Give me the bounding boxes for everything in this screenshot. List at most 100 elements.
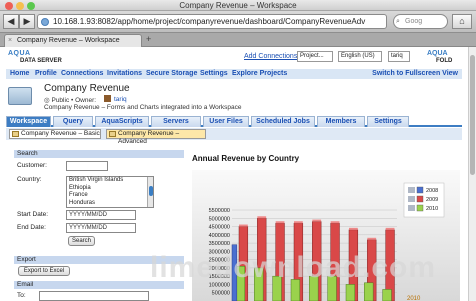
bar-2009-top (275, 221, 285, 224)
y-tick-label: 4000000 (209, 233, 230, 239)
x-axis-label: 2010 (407, 296, 421, 301)
bar-2009-top (312, 219, 322, 222)
search-placeholder: Goog (405, 18, 423, 25)
forward-button[interactable]: ▶ (19, 14, 35, 29)
nav-secure-storage[interactable]: Secure Storage (146, 69, 197, 79)
main-nav: Home Profile Connections Invitations Sec… (6, 69, 462, 79)
listbox-scrollbar[interactable] (147, 177, 153, 207)
search-field[interactable]: ⌕ Goog (393, 14, 448, 29)
nav-profile[interactable]: Profile (35, 69, 57, 79)
project-title: Company Revenue (44, 83, 130, 94)
country-option[interactable]: France (67, 192, 153, 200)
visibility: Public (51, 97, 70, 104)
browser-toolbar: ◀ ▶ 10.168.1.93:8082/app/home/project/co… (0, 11, 476, 33)
bar-2009-top (330, 221, 340, 224)
email-to-label: To: (17, 292, 26, 299)
language-select[interactable]: English (US) (338, 51, 382, 62)
tab-workspace[interactable]: Workspace (6, 116, 51, 127)
project-tabs: Workspace Query AquaScripts Servers User… (6, 116, 462, 127)
legend-swatch (416, 195, 424, 203)
start-date-input[interactable]: YYYY/MM/DD (66, 210, 136, 220)
bookmark-button[interactable]: ⌂ (452, 14, 472, 29)
legend-label: 2009 (426, 197, 438, 203)
export-excel-button[interactable]: Export to Excel (18, 266, 70, 276)
subtab-basic-label: Company Revenue – Basic (21, 130, 100, 137)
legend-icon (408, 196, 415, 202)
nav-home[interactable]: Home (10, 69, 29, 79)
project-meta: ◎ Public • Owner: (44, 97, 97, 104)
user-select[interactable]: tariq (388, 51, 410, 62)
tab-servers[interactable]: Servers (151, 116, 201, 127)
bar-2010 (345, 284, 356, 301)
y-tick-label: 3500000 (209, 241, 230, 247)
close-window-icon[interactable] (5, 2, 13, 10)
subtab-advanced[interactable]: Company Revenue – Advanced (106, 129, 206, 145)
nav-settings[interactable]: Settings (200, 69, 228, 79)
country-listbox[interactable]: British Virgin Islands Ethiopia France H… (66, 176, 154, 208)
nav-explore-projects[interactable]: Explore Projects (232, 69, 287, 79)
email-to-input[interactable] (39, 291, 149, 301)
legend-label: 2008 (426, 188, 438, 194)
url-text: 10.168.1.93:8082/app/home/project/compan… (53, 17, 366, 26)
tab-query[interactable]: Query (53, 116, 93, 127)
bar-2009-top (239, 224, 248, 227)
y-tick-label: 500000 (212, 291, 230, 297)
y-tick-label: 5500000 (209, 208, 230, 214)
tab-aquascripts[interactable]: AquaScripts (95, 116, 149, 127)
watermark-text: limedownload.com (150, 251, 437, 284)
address-bar[interactable]: 10.168.1.93:8082/app/home/project/compan… (37, 14, 387, 29)
add-connections-link[interactable]: Add Connections (244, 53, 297, 60)
page-scrollbar[interactable] (468, 47, 476, 301)
country-option[interactable]: Ethiopia (67, 185, 153, 193)
nav-invitations[interactable]: Invitations (107, 69, 142, 79)
page-scroll-thumb[interactable] (470, 55, 475, 175)
browser-tab[interactable]: Company Revenue – Workspace × (4, 34, 142, 47)
legend-icon (408, 187, 415, 193)
back-button[interactable]: ◀ (3, 14, 19, 29)
bar-2009-top (385, 227, 395, 230)
customer-input[interactable] (66, 161, 108, 171)
fullscreen-link[interactable]: Switch to Fullscreen View (372, 69, 458, 79)
end-date-input[interactable]: YYYY/MM/DD (66, 223, 136, 233)
end-date-label: End Date: (17, 224, 46, 231)
nav-connections[interactable]: Connections (61, 69, 103, 79)
window-title: Company Revenue – Workspace (179, 1, 297, 10)
legend-swatch (416, 204, 424, 212)
country-option[interactable]: British Virgin Islands (67, 177, 153, 185)
subtab-basic[interactable]: Company Revenue – Basic (9, 129, 101, 139)
tab-members[interactable]: Members (317, 116, 365, 127)
country-option[interactable]: Honduras (67, 200, 153, 208)
owner-link[interactable]: tariq (114, 96, 127, 103)
tab-scheduled-jobs[interactable]: Scheduled Jobs (251, 116, 315, 127)
form-icon (12, 131, 19, 137)
y-tick-label: 5000000 (209, 216, 230, 222)
search-icon: ⌕ (396, 18, 400, 25)
country-label: Country: (17, 176, 42, 183)
search-button[interactable]: Search (68, 236, 95, 246)
page-content: AQUA DATA SERVER Add Connections Project… (0, 47, 468, 301)
customer-label: Customer: (17, 162, 47, 169)
start-date-label: Start Date: (17, 211, 49, 218)
new-tab-button[interactable]: + (146, 34, 151, 44)
minimize-window-icon[interactable] (16, 2, 24, 10)
bar-2009-top (367, 237, 377, 240)
window-titlebar: Company Revenue – Workspace (0, 0, 476, 11)
legend-icon (408, 205, 415, 211)
zoom-window-icon[interactable] (27, 2, 35, 10)
tab-settings[interactable]: Settings (367, 116, 409, 127)
listbox-scroll-thumb[interactable] (149, 186, 153, 196)
tab-user-files[interactable]: User Files (203, 116, 249, 127)
project-select[interactable]: Project... (297, 51, 333, 62)
bar-2009-top (294, 221, 303, 224)
logo-bottom: DATA SERVER (20, 58, 62, 64)
search-panel: Search Customer: Country: British Virgin… (14, 150, 184, 248)
project-folder-icon (8, 87, 32, 105)
tab-close-icon[interactable]: × (8, 35, 12, 47)
legend-swatch (416, 186, 424, 194)
tab-title: Company Revenue – Workspace (17, 37, 120, 44)
form-icon (109, 131, 116, 137)
app-header: AQUA DATA SERVER Add Connections Project… (0, 47, 468, 69)
logo-top: AQUA (8, 50, 31, 57)
subtab-advanced-label: Company Revenue – Advanced (118, 130, 180, 145)
y-tick-label: 4500000 (209, 225, 230, 231)
